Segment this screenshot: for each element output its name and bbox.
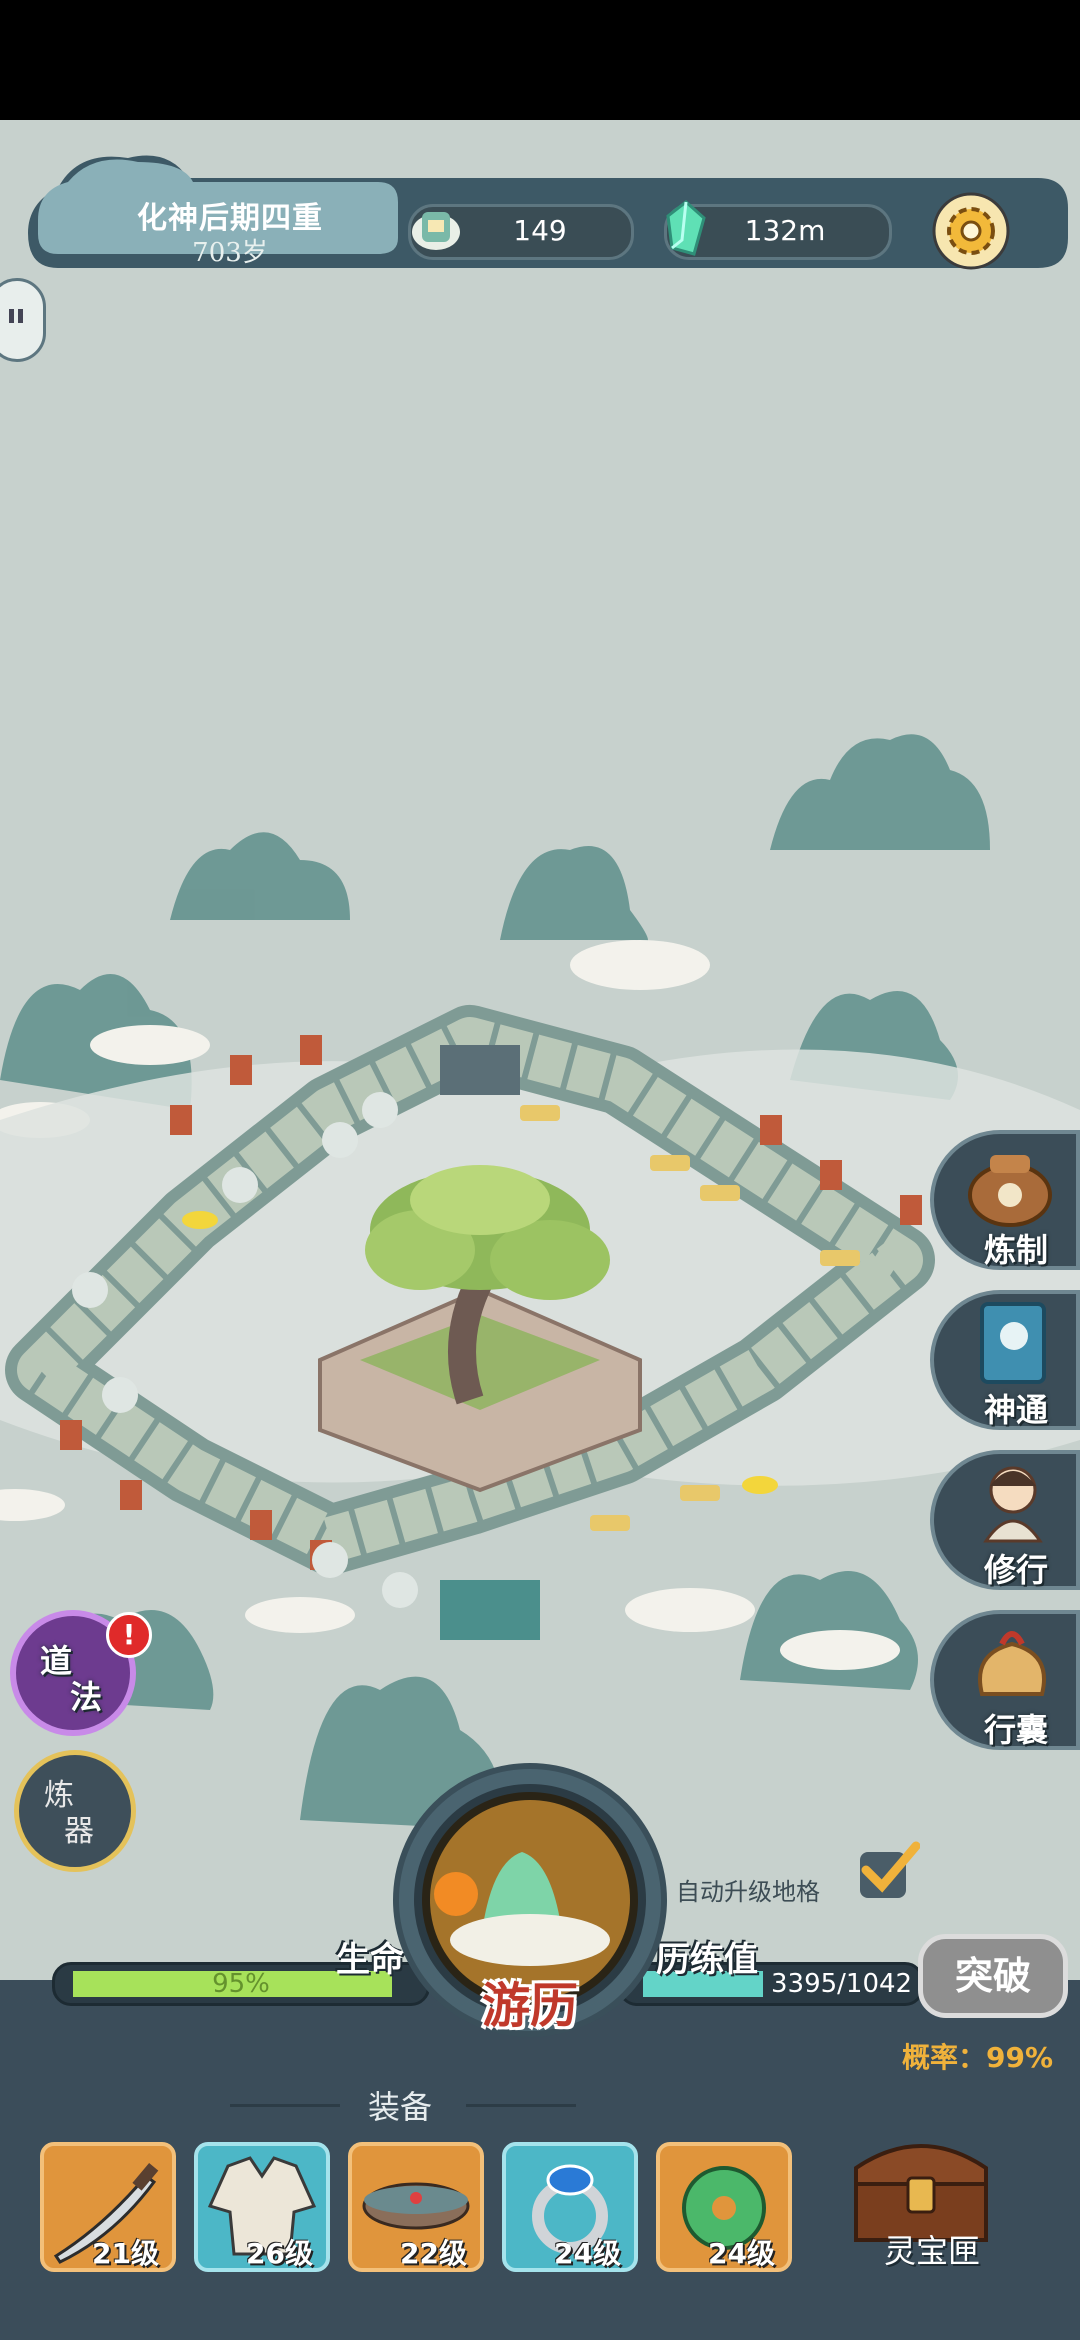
treasure-box-label: 灵宝匣 [884, 2232, 981, 2270]
age-label: 703岁 [192, 238, 268, 268]
auto-upgrade-checkbox[interactable] [860, 1841, 920, 1898]
gear-icon [932, 192, 1010, 270]
divider-right [466, 2104, 576, 2107]
cultivate-label: 修行 [984, 1551, 1049, 1589]
exp-value: 3395/1042 [771, 1969, 913, 1999]
breakthrough-button[interactable]: 突破 [918, 1934, 1068, 2018]
cultivator-avatar-icon [968, 1456, 1058, 1550]
skill-book-icon [968, 1298, 1058, 1392]
notification-badge: ! [106, 1612, 152, 1658]
divider-left [230, 2104, 340, 2107]
equip-level-pendant: 24级 [708, 2237, 775, 2270]
equip-level-headband: 22级 [400, 2237, 467, 2270]
refine-label: 炼制 [984, 1231, 1049, 1269]
forge-label-2: 器 [64, 1814, 94, 1849]
checkmark-icon [861, 1841, 920, 1893]
pouch-icon [962, 1614, 1062, 1708]
divine-skill-label: 神通 [984, 1391, 1049, 1429]
dao-label-2: 法 [70, 1678, 103, 1716]
settings-button[interactable] [932, 192, 1010, 270]
lifespan-scroll-icon [408, 198, 464, 258]
game-world[interactable] [0, 120, 1080, 1980]
equip-level-weapon: 21级 [92, 2237, 159, 2270]
exp-label: 历练值 [656, 1940, 758, 1980]
pause-button[interactable] [0, 278, 46, 362]
spirit-stone-icon [664, 200, 708, 258]
resource-b-value: 132m [744, 214, 826, 247]
equipment-title: 装备 [368, 2088, 433, 2126]
equip-level-ring: 24级 [554, 2237, 621, 2270]
resource-a-value: 149 [513, 214, 567, 247]
explore-label: 游历 [482, 1978, 579, 2034]
dao-label-1: 道 [40, 1642, 73, 1680]
status-bar [0, 0, 1080, 120]
cauldron-icon [960, 1140, 1060, 1234]
inventory-label: 行囊 [984, 1711, 1049, 1749]
auto-upgrade-label: 自动升级地格 [676, 1878, 820, 1906]
realm-title: 化神后期四重 [137, 201, 323, 236]
pause-icon [9, 309, 23, 323]
probability-label: 概率：99% [902, 2041, 1054, 2074]
equip-level-armor: 26级 [246, 2237, 313, 2270]
